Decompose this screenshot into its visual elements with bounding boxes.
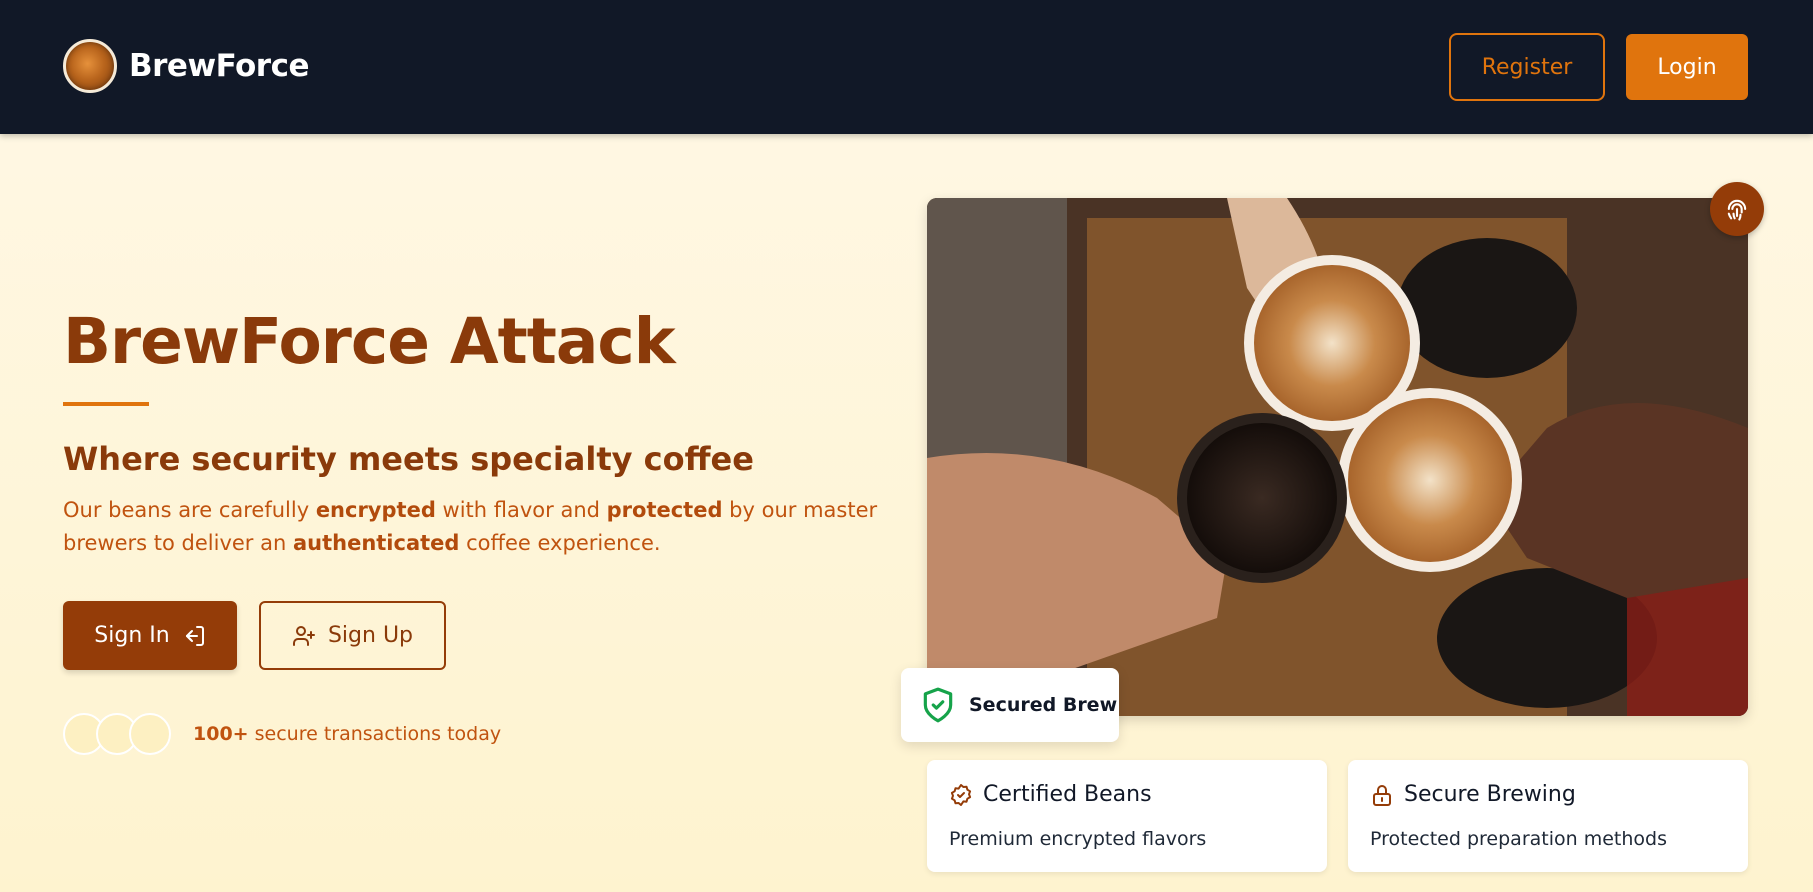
lock-icon bbox=[1373, 784, 1391, 806]
card-description: Premium encrypted flavors bbox=[949, 828, 1207, 850]
fingerprint-icon bbox=[1727, 199, 1747, 221]
register-button[interactable]: Register bbox=[1449, 33, 1605, 101]
avatar bbox=[129, 713, 171, 755]
card-description: Protected preparation methods bbox=[1370, 828, 1667, 850]
description-text: with flavor and bbox=[435, 498, 607, 522]
title-underline bbox=[63, 402, 149, 406]
description-emphasis: encrypted bbox=[315, 498, 436, 522]
sign-up-button[interactable]: Sign Up bbox=[259, 601, 446, 670]
card-title: Secure Brewing bbox=[1404, 782, 1576, 807]
brand[interactable]: BrewForce bbox=[63, 39, 310, 93]
secured-brew-label: Secured Brew bbox=[969, 694, 1118, 716]
feature-card-secure-brewing: Secure Brewing Protected preparation met… bbox=[1348, 760, 1748, 872]
sign-up-label: Sign Up bbox=[327, 623, 414, 648]
brand-name: BrewForce bbox=[129, 48, 310, 84]
social-proof-count: 100+ bbox=[193, 723, 249, 745]
description-emphasis: protected bbox=[606, 498, 723, 522]
user-plus-icon bbox=[292, 625, 315, 646]
hero-subtitle: Where security meets specialty coffee bbox=[63, 440, 754, 478]
sign-in-label: Sign In bbox=[94, 623, 170, 648]
coffee-cups-photo bbox=[927, 198, 1748, 716]
hero-description: Our beans are carefully encrypted with f… bbox=[63, 494, 883, 560]
log-in-icon bbox=[185, 625, 204, 646]
hero-title: BrewForce Attack bbox=[63, 305, 676, 378]
fingerprint-button[interactable] bbox=[1710, 182, 1764, 236]
card-header: Secure Brewing bbox=[1370, 782, 1576, 807]
shield-check-icon bbox=[923, 687, 953, 723]
card-header: Certified Beans bbox=[949, 782, 1152, 807]
description-text: coffee experience. bbox=[459, 531, 661, 555]
social-proof-text: 100+ secure transactions today bbox=[193, 723, 501, 745]
top-navbar: BrewForce Register Login bbox=[0, 0, 1813, 134]
description-text: Our beans are carefully bbox=[63, 498, 316, 522]
description-emphasis: authenticated bbox=[292, 531, 460, 555]
avatar-group bbox=[63, 713, 173, 755]
social-proof-label: secure transactions today bbox=[248, 723, 502, 745]
secured-brew-badge: Secured Brew bbox=[901, 668, 1119, 742]
card-title: Certified Beans bbox=[983, 782, 1152, 807]
badge-check-icon bbox=[950, 783, 972, 806]
coffee-cup-logo-icon bbox=[63, 39, 117, 93]
coffee-cups-illustration bbox=[927, 198, 1748, 716]
sign-in-button[interactable]: Sign In bbox=[63, 601, 237, 670]
feature-card-certified-beans: Certified Beans Premium encrypted flavor… bbox=[927, 760, 1327, 872]
login-button[interactable]: Login bbox=[1626, 34, 1748, 100]
